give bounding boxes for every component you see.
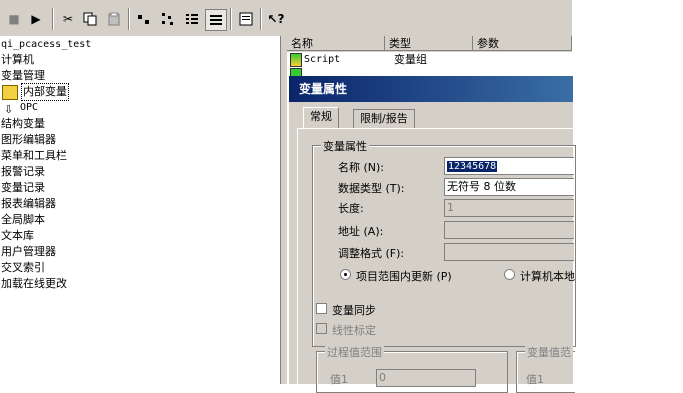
details-view-icon[interactable] <box>205 9 227 31</box>
copy-icon[interactable] <box>80 9 100 29</box>
datatype-select[interactable]: 无符号 8 位数 <box>444 178 574 196</box>
tag-range-group: 变量值范 <box>516 344 575 393</box>
tree-item-tag-management[interactable]: 变量管理 <box>1 68 45 84</box>
desktop-background <box>572 0 683 384</box>
tree-item-struct-tags[interactable]: 结构变量 <box>1 116 45 132</box>
internal-tags-icon <box>2 84 18 100</box>
tree-item-cross-reference[interactable]: 交叉索引 <box>1 260 45 276</box>
tree-item-computer[interactable]: 计算机 <box>1 52 34 68</box>
address-field[interactable] <box>444 221 574 239</box>
tree-project-root[interactable]: qi_pcacess_test <box>1 37 91 53</box>
value1-field[interactable]: 0 <box>376 369 476 387</box>
toolbar-separator <box>52 8 54 30</box>
process-range-title: 过程值范围 <box>325 344 384 360</box>
stop-icon[interactable]: ■ <box>4 9 24 29</box>
list-item[interactable]: Script 变量组 <box>287 53 427 67</box>
column-header-name[interactable]: 名称 <box>287 36 385 51</box>
tree-item-graphics-designer[interactable]: 图形编辑器 <box>1 132 56 148</box>
tab-limits-reporting[interactable]: 限制/报告 <box>353 109 415 128</box>
group-title: 变量属性 <box>321 138 369 154</box>
tree-item-alarm-logging[interactable]: 报警记录 <box>1 164 45 180</box>
address-label: 地址 (A): <box>338 225 384 238</box>
list-header: 名称 类型 参数 <box>287 36 572 52</box>
length-label: 长度: <box>338 202 364 215</box>
linear-scaling-checkbox[interactable] <box>316 323 327 334</box>
properties-icon[interactable] <box>236 9 256 29</box>
name-label: 名称 (N): <box>338 161 385 174</box>
list-item[interactable] <box>287 68 302 76</box>
tab-general[interactable]: 常规 <box>303 107 339 129</box>
radio-dot <box>344 273 347 276</box>
tree-item-menus-toolbars[interactable]: 菜单和工具栏 <box>1 148 67 164</box>
sync-checkbox[interactable] <box>316 303 327 314</box>
tree-item-internal-tags[interactable]: 内部变量 <box>2 83 69 101</box>
project-tree: qi_pcacess_test 计算机 变量管理 内部变量 ⇩ OPC 结构变量… <box>0 36 280 384</box>
length-field[interactable]: 1 <box>444 199 574 217</box>
tree-item-load-online-changes[interactable]: 加载在线更改 <box>1 276 67 292</box>
opc-icon: ⇩ <box>4 102 14 116</box>
radio-project-wide[interactable] <box>340 269 351 280</box>
tree-item-report-designer[interactable]: 报表编辑器 <box>1 196 56 212</box>
format-field[interactable] <box>444 243 574 261</box>
format-label: 调整格式 (F): <box>338 247 405 260</box>
tree-item-opc[interactable]: ⇩ OPC <box>4 100 38 116</box>
list-item-name: Script <box>304 54 341 65</box>
radio-computer-local[interactable] <box>504 269 515 280</box>
tree-item-label: OPC <box>20 102 39 113</box>
tree-item-user-admin[interactable]: 用户管理器 <box>1 244 56 260</box>
tag-group-icon <box>290 68 302 76</box>
datatype-label: 数据类型 (T): <box>338 182 405 195</box>
small-icons-view-icon[interactable] <box>158 9 178 29</box>
toolbar-separator <box>128 8 130 30</box>
linear-scaling-label: 线性标定 <box>332 324 376 337</box>
value1-label: 值1 <box>330 373 348 386</box>
tree-item-tag-logging[interactable]: 变量记录 <box>1 180 45 196</box>
paste-icon[interactable] <box>104 9 124 29</box>
column-header-params[interactable]: 参数 <box>473 36 572 51</box>
tree-item-text-library[interactable]: 文本库 <box>1 228 34 244</box>
toolbar: ■ ▶ ✂ ↖? <box>0 0 572 37</box>
radio-computer-local-label: 计算机本地 <box>520 270 575 283</box>
tag-group-icon <box>290 53 302 67</box>
toolbar-separator <box>230 8 232 30</box>
pane-splitter[interactable] <box>280 36 287 384</box>
tree-item-label: 内部变量 <box>21 83 69 101</box>
value1b-label: 值1 <box>526 373 544 386</box>
run-icon[interactable]: ▶ <box>26 9 46 29</box>
tree-item-global-script[interactable]: 全局脚本 <box>1 212 45 228</box>
column-header-type[interactable]: 类型 <box>385 36 473 51</box>
list-view-icon[interactable] <box>182 9 202 29</box>
list-item-type: 变量组 <box>394 53 427 66</box>
sync-label: 变量同步 <box>332 304 376 317</box>
name-field[interactable]: 12345678 <box>444 157 574 175</box>
name-value: 12345678 <box>447 161 498 172</box>
help-icon[interactable]: ↖? <box>266 9 286 29</box>
toolbar-separator <box>260 8 262 30</box>
cut-icon[interactable]: ✂ <box>58 9 78 29</box>
large-icons-view-icon[interactable] <box>134 9 154 29</box>
tag-range-title: 变量值范 <box>525 344 573 360</box>
tab-panel-general: 变量属性 名称 (N): 12345678 数据类型 (T): 无符号 8 位数… <box>297 128 576 393</box>
dialog-title[interactable]: 变量属性 <box>289 76 573 102</box>
tag-properties-dialog: 变量属性 常规 限制/报告 变量属性 名称 (N): 12345678 数据类型… <box>288 76 576 393</box>
radio-project-wide-label: 项目范围内更新 (P) <box>356 270 452 283</box>
